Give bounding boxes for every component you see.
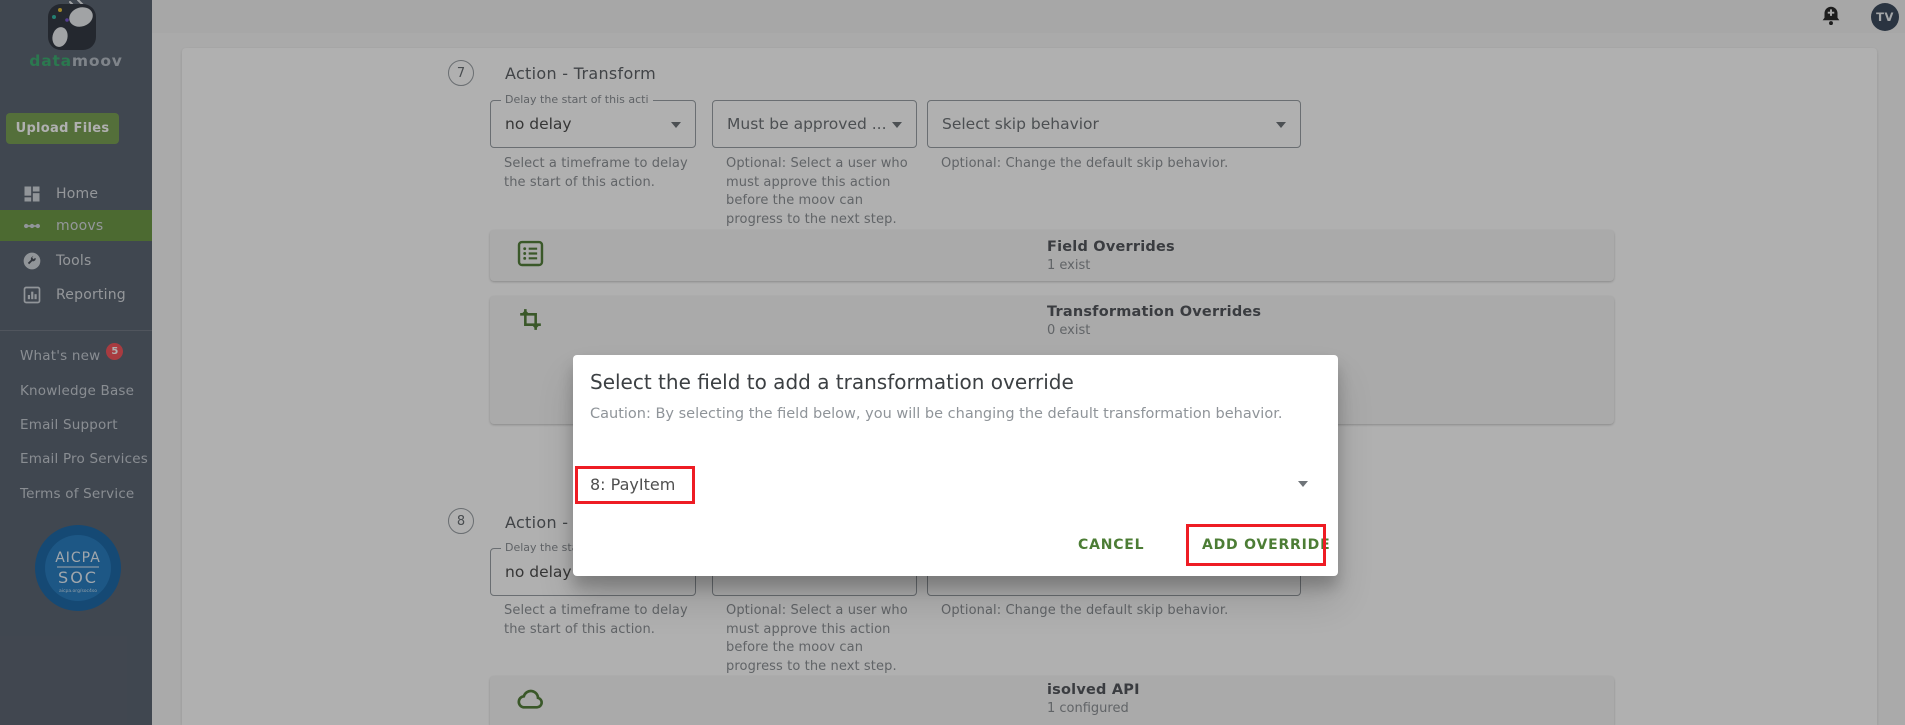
field-select-value: 8: PayItem (590, 475, 676, 494)
app-window: TV 7 Action - Transform Delay the start … (0, 0, 1905, 725)
cancel-button[interactable]: CANCEL (1072, 536, 1150, 554)
dialog-add-transformation-override: Select the field to add a transformation… (573, 355, 1338, 576)
field-select[interactable]: 8: PayItem (583, 463, 1328, 505)
dialog-caution-text: Caution: By selecting the field below, y… (590, 406, 1283, 422)
chevron-down-icon (1298, 481, 1308, 487)
dialog-title: Select the field to add a transformation… (590, 370, 1074, 394)
add-override-button[interactable]: ADD OVERRIDE (1196, 536, 1336, 554)
